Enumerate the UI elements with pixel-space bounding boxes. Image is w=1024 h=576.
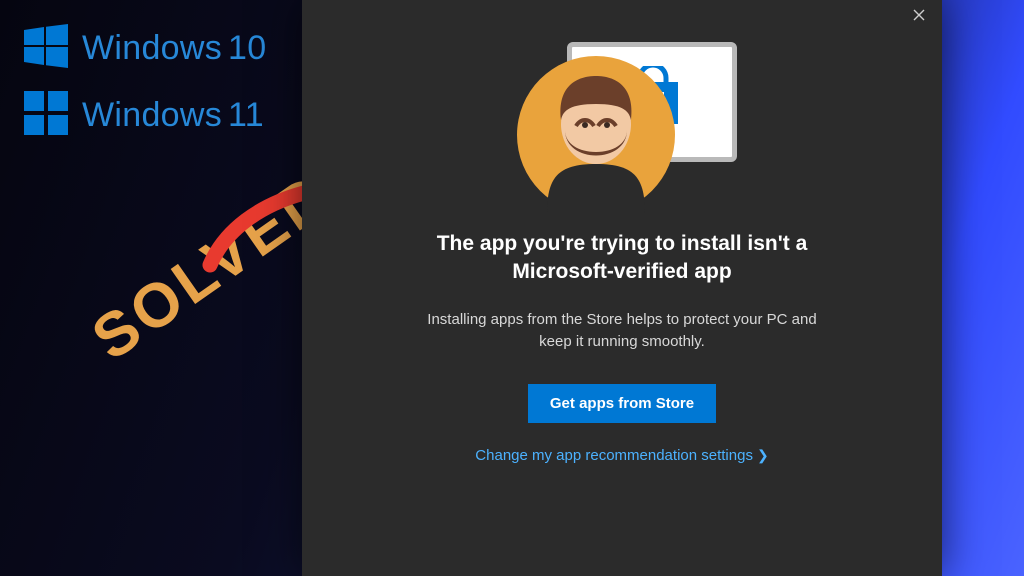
close-icon (913, 8, 925, 26)
get-apps-button[interactable]: Get apps from Store (528, 384, 716, 423)
windows-10-row: Windows10 (24, 24, 266, 73)
windows-11-row: Windows11 (24, 91, 266, 140)
windows-10-label: Windows10 (82, 29, 266, 68)
change-settings-link-text: Change my app recommendation settings (475, 447, 753, 464)
windows-logo-icon (24, 24, 68, 73)
dialog-title: The app you're trying to install isn't a… (407, 230, 837, 287)
person-icon (529, 68, 663, 214)
os-labels: Windows10 Windows11 (24, 24, 266, 140)
windows11-logo-icon (24, 91, 68, 140)
windows-11-label: Windows11 (82, 96, 264, 135)
chevron-right-icon: ❯ (757, 447, 769, 464)
ms-store-warning-dialog: The app you're trying to install isn't a… (302, 0, 942, 576)
dialog-subtitle: Installing apps from the Store helps to … (412, 309, 832, 354)
dialog-content: The app you're trying to install isn't a… (302, 0, 942, 464)
dialog-illustration (507, 36, 737, 216)
close-button[interactable] (896, 0, 942, 34)
change-settings-link[interactable]: Change my app recommendation settings ❯ (475, 447, 768, 464)
